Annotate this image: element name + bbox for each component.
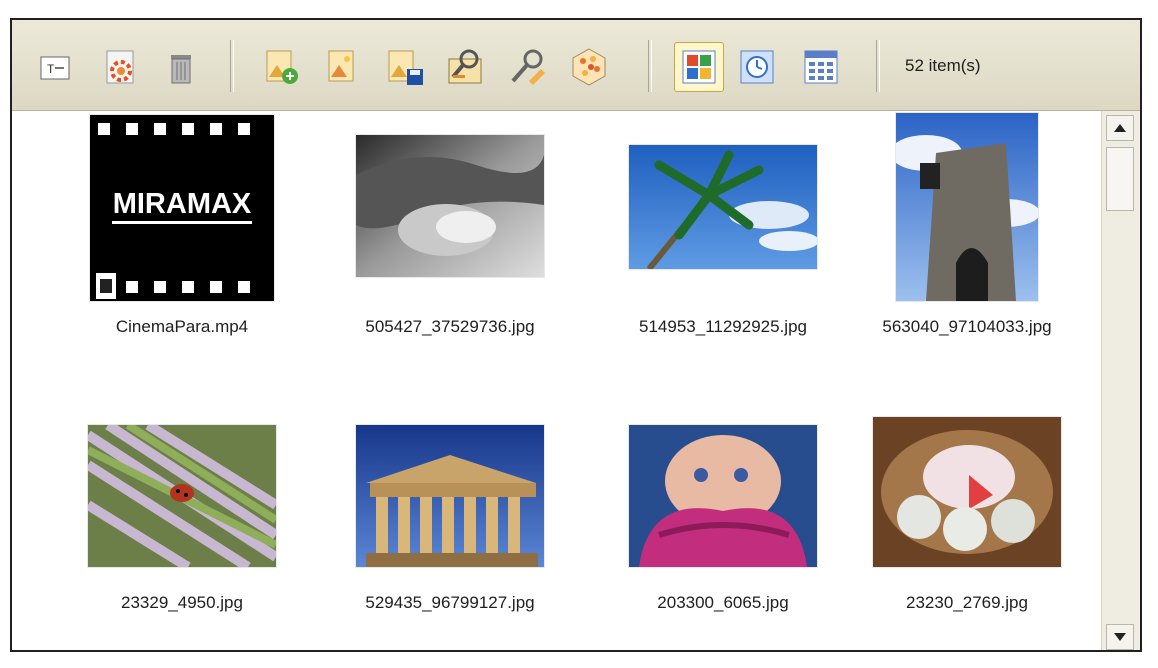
grid-view-icon xyxy=(804,50,838,84)
thumbnail-caption: 505427_37529736.jpg xyxy=(365,317,535,336)
palm-tree-photo xyxy=(629,145,817,269)
tower-photo xyxy=(896,113,1038,301)
edit-image-icon xyxy=(328,50,354,82)
trash-icon xyxy=(171,55,191,84)
thumbnail-caption: 23329_4950.jpg xyxy=(121,593,243,612)
hands-photo xyxy=(356,135,544,277)
file-browser-window: T 52 item(s) MIRAMAX CinemaPara.mp4 5054… xyxy=(10,18,1142,652)
toolbar-separator xyxy=(876,40,880,92)
properties-button[interactable] xyxy=(440,42,490,92)
toolbar-separator xyxy=(648,40,652,92)
properties-icon xyxy=(448,49,482,84)
thumbnail-grid: MIRAMAX CinemaPara.mp4 505427_37529736.j… xyxy=(12,111,1104,650)
video-logo-text: MIRAMAX xyxy=(113,188,252,220)
effects-icon xyxy=(572,48,606,86)
add-image-icon xyxy=(266,50,298,84)
toolbar-separator xyxy=(230,40,234,92)
chicks-photo xyxy=(873,417,1061,567)
scrollbar-thumb[interactable] xyxy=(1106,147,1134,211)
baby-photo xyxy=(629,425,817,567)
timeline-view-button[interactable] xyxy=(732,42,782,92)
tools-button[interactable] xyxy=(502,42,552,92)
effects-button[interactable] xyxy=(564,42,614,92)
svg-text:T: T xyxy=(47,62,55,76)
save-image-icon xyxy=(388,50,423,85)
settings-button[interactable] xyxy=(96,42,146,92)
ladybug-photo xyxy=(88,425,276,567)
text-button[interactable]: T xyxy=(30,42,80,92)
thumbnail-caption: 563040_97104033.jpg xyxy=(882,317,1052,336)
thumbnail-caption: 203300_6065.jpg xyxy=(657,593,789,612)
thumbnail-caption: 514953_11292925.jpg xyxy=(639,317,807,336)
thumbnail-view-button[interactable] xyxy=(674,42,724,92)
vertical-scrollbar[interactable] xyxy=(1101,111,1140,650)
thumbnail-caption: 529435_96799127.jpg xyxy=(365,593,535,612)
add-image-button[interactable] xyxy=(256,42,306,92)
save-image-button[interactable] xyxy=(380,42,430,92)
grid-view-button[interactable] xyxy=(796,42,846,92)
text-icon: T xyxy=(40,56,70,80)
item-count: 52 item(s) xyxy=(905,56,981,75)
scroll-up-button[interactable] xyxy=(1106,115,1134,141)
delete-button[interactable] xyxy=(156,42,206,92)
scroll-down-button[interactable] xyxy=(1106,624,1134,650)
parthenon-photo xyxy=(356,425,544,567)
thumbnail-caption: 23230_2769.jpg xyxy=(906,593,1028,612)
thumbnail-caption: CinemaPara.mp4 xyxy=(115,317,249,336)
arrow-up-icon xyxy=(1114,124,1126,132)
arrow-down-icon xyxy=(1114,633,1126,641)
video-thumbnail: MIRAMAX xyxy=(90,115,274,301)
tools-icon xyxy=(511,49,545,85)
edit-image-button[interactable] xyxy=(316,42,366,92)
settings-icon xyxy=(106,50,134,84)
timeline-view-icon xyxy=(740,50,774,84)
toolbar: T 52 item(s) xyxy=(12,20,1140,111)
thumbnail-view-icon xyxy=(682,50,716,84)
